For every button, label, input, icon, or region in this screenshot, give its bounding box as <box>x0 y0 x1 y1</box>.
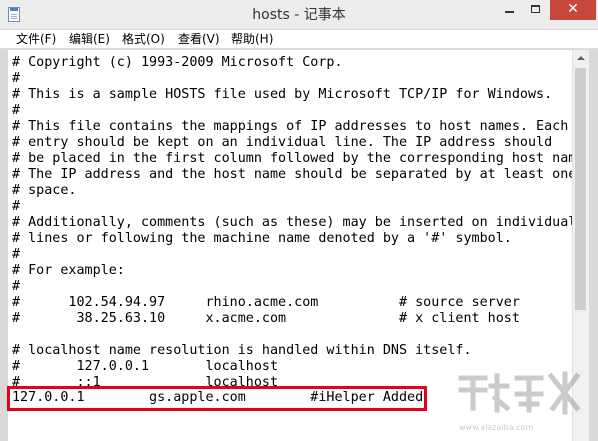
text-line: # <box>12 247 21 262</box>
text-line: # ::1 localhost <box>12 375 279 390</box>
menu-help[interactable]: 帮助(H) <box>231 30 273 49</box>
title-bar[interactable]: hosts - 记事本 ✕ <box>0 0 598 30</box>
text-line: # space. <box>12 183 77 198</box>
minimize-button[interactable] <box>496 0 523 20</box>
menu-view[interactable]: 查看(V) <box>178 30 220 49</box>
text-line: # 127.0.0.1 localhost <box>12 359 279 374</box>
text-line: # Copyright (c) 1993-2009 Microsoft Corp… <box>12 55 343 70</box>
scrollbar-thumb[interactable] <box>575 68 586 310</box>
text-line: # entry should be kept on an individual … <box>12 135 553 150</box>
text-line: # Additionally, comments (such as these)… <box>12 215 572 230</box>
text-line: # be placed in the first column followed… <box>12 151 572 166</box>
added-host-line: 127.0.0.1 gs.apple.com #iHelper Added <box>12 390 424 405</box>
text-line: # 38.25.63.10 x.acme.com # x client host <box>12 311 520 326</box>
text-line: # For example: <box>12 263 125 278</box>
maximize-button[interactable] <box>523 0 550 20</box>
text-line: # <box>12 103 21 118</box>
close-icon: ✕ <box>567 1 579 17</box>
scroll-up-icon[interactable] <box>573 50 589 67</box>
vertical-scrollbar[interactable] <box>572 50 589 441</box>
notepad-window: hosts - 记事本 ✕ 文件(F) 编辑(E) 格式(O) 查看(V) 帮助… <box>0 0 598 441</box>
text-line: # 102.54.94.97 rhino.acme.com # source s… <box>12 295 520 310</box>
text-line: # <box>12 279 21 294</box>
text-line: # localhost name resolution is handled w… <box>12 343 472 358</box>
text-line: # The IP address and the host name shoul… <box>12 167 572 182</box>
text-editor[interactable]: # Copyright (c) 1993-2009 Microsoft Corp… <box>8 50 572 441</box>
menu-edit[interactable]: 编辑(E) <box>69 30 110 49</box>
text-line: # This is a sample HOSTS file used by Mi… <box>12 87 553 102</box>
close-button[interactable]: ✕ <box>550 0 596 20</box>
text-line: # This file contains the mappings of IP … <box>12 119 569 134</box>
window-border <box>589 50 598 441</box>
menu-format[interactable]: 格式(O) <box>122 30 165 49</box>
menu-bar: 文件(F) 编辑(E) 格式(O) 查看(V) 帮助(H) <box>0 30 598 49</box>
text-line: # <box>12 199 21 214</box>
text-line: # lines or following the machine name de… <box>12 231 512 246</box>
text-line: # <box>12 71 21 86</box>
menu-file[interactable]: 文件(F) <box>16 30 56 49</box>
